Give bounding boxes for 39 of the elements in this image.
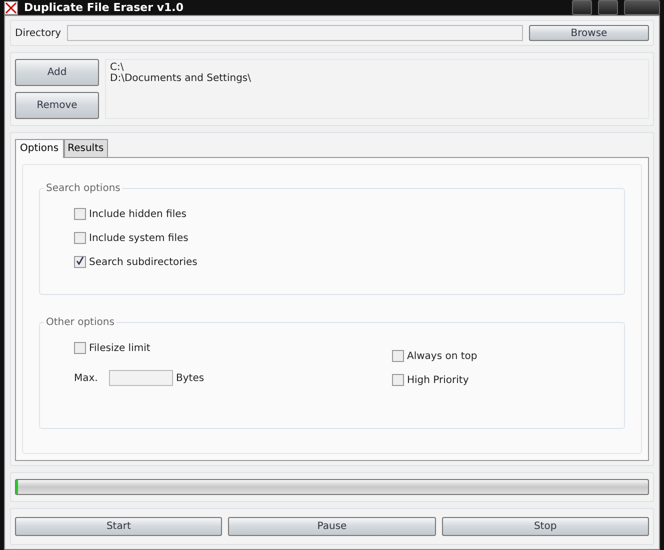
folder-item[interactable]: D:\Documents and Settings\ [110, 73, 644, 84]
max-label: Max. [74, 372, 99, 384]
action-button[interactable]: Pause [228, 517, 436, 536]
group-title: Search options [45, 183, 122, 194]
folder-button[interactable]: Remove [15, 92, 99, 119]
checkbox-label: Include system files [89, 232, 188, 244]
minimize-button[interactable] [572, 0, 592, 15]
checkbox[interactable] [392, 350, 404, 362]
action-button[interactable]: Start [15, 517, 222, 536]
checkbox-label: Search subdirectories [89, 256, 198, 268]
checkbox[interactable] [74, 256, 86, 268]
checkbox-row[interactable]: Include system files [74, 226, 624, 250]
checkbox-label: Always on top [407, 350, 478, 362]
checkbox-label: Filesize limit [89, 342, 150, 354]
window-title: Duplicate File Eraser v1.0 [24, 1, 184, 14]
checkbox-row[interactable]: Include hidden files [74, 202, 624, 226]
folder-button[interactable]: Add [15, 59, 99, 86]
unit-label: Bytes [176, 372, 204, 384]
action-button[interactable]: Stop [442, 517, 649, 536]
checkbox[interactable] [74, 342, 86, 354]
checkbox-label: High Priority [407, 374, 469, 386]
group-title: Other options [45, 317, 116, 328]
tab[interactable]: Results [64, 139, 108, 158]
directory-label: Directory [15, 28, 62, 38]
close-button[interactable] [624, 0, 660, 15]
checkbox[interactable] [74, 208, 86, 220]
tab[interactable]: Options [15, 139, 64, 158]
checkbox-row[interactable]: Always on top [392, 344, 592, 368]
checkbox[interactable] [392, 374, 404, 386]
browse-button[interactable]: Browse [529, 25, 649, 41]
directory-field[interactable] [67, 25, 523, 41]
maximize-button[interactable] [598, 0, 618, 15]
checkbox-row[interactable]: High Priority [392, 368, 592, 392]
checkbox[interactable] [74, 232, 86, 244]
checkbox-row[interactable]: Filesize limit [74, 336, 392, 360]
checkbox-label: Include hidden files [89, 208, 186, 220]
folder-item[interactable]: C:\ [110, 62, 644, 73]
checkbox-row[interactable]: Search subdirectories [74, 250, 624, 274]
max-size-field[interactable] [109, 370, 173, 386]
